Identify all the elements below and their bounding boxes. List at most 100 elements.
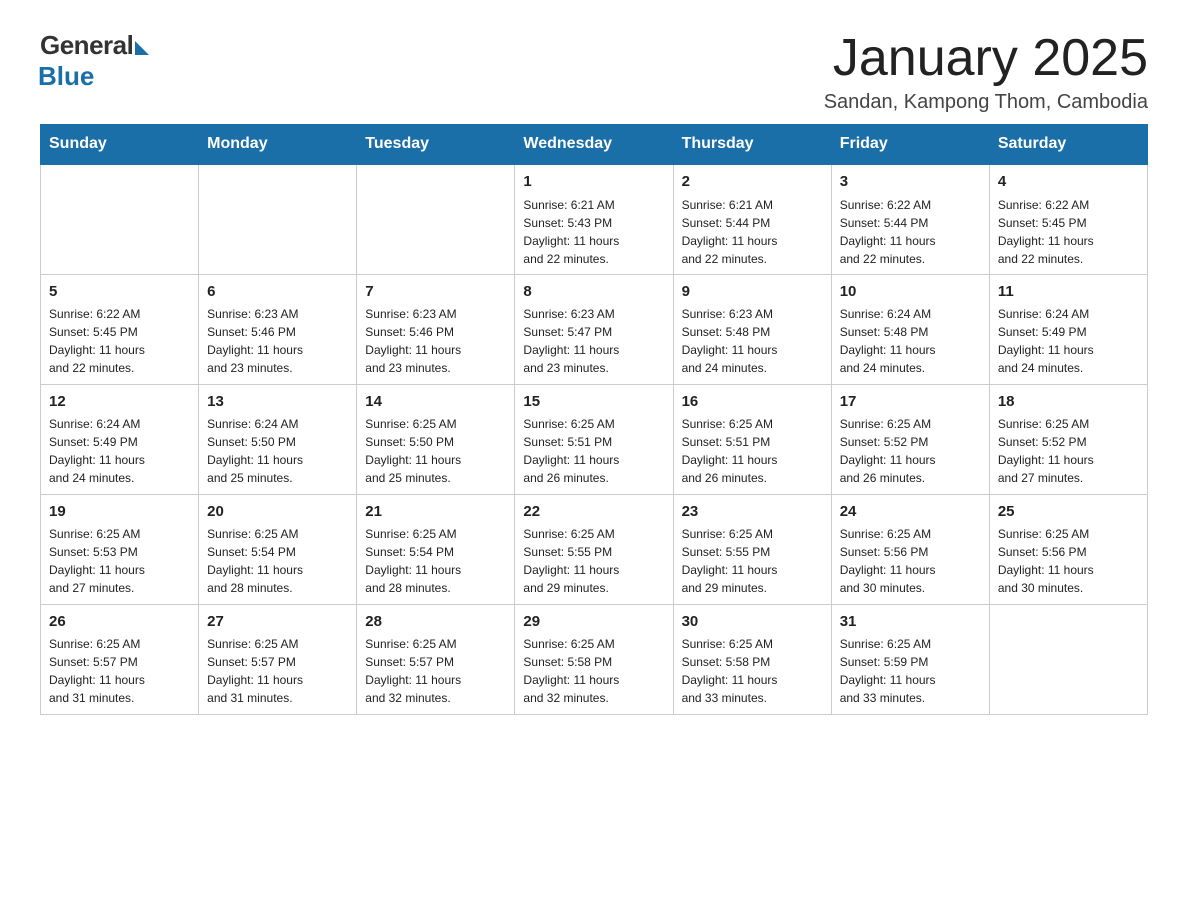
calendar-week-row: 1Sunrise: 6:21 AM Sunset: 5:43 PM Daylig… [41,164,1148,274]
day-info: Sunrise: 6:25 AM Sunset: 5:55 PM Dayligh… [682,525,823,597]
calendar-header-friday: Friday [831,125,989,165]
day-info: Sunrise: 6:25 AM Sunset: 5:57 PM Dayligh… [207,635,348,707]
calendar-cell [357,164,515,274]
calendar-cell: 10Sunrise: 6:24 AM Sunset: 5:48 PM Dayli… [831,274,989,384]
calendar-header-wednesday: Wednesday [515,125,673,165]
logo-arrow-icon [135,41,149,55]
day-number: 21 [365,501,506,524]
calendar-cell: 1Sunrise: 6:21 AM Sunset: 5:43 PM Daylig… [515,164,673,274]
day-info: Sunrise: 6:24 AM Sunset: 5:49 PM Dayligh… [998,305,1139,377]
day-number: 27 [207,611,348,634]
day-info: Sunrise: 6:25 AM Sunset: 5:53 PM Dayligh… [49,525,190,597]
day-info: Sunrise: 6:25 AM Sunset: 5:55 PM Dayligh… [523,525,664,597]
day-info: Sunrise: 6:25 AM Sunset: 5:51 PM Dayligh… [523,415,664,487]
calendar-cell: 15Sunrise: 6:25 AM Sunset: 5:51 PM Dayli… [515,384,673,494]
day-info: Sunrise: 6:22 AM Sunset: 5:45 PM Dayligh… [49,305,190,377]
calendar-header-tuesday: Tuesday [357,125,515,165]
calendar-cell: 27Sunrise: 6:25 AM Sunset: 5:57 PM Dayli… [199,604,357,714]
calendar-cell [199,164,357,274]
calendar-cell: 2Sunrise: 6:21 AM Sunset: 5:44 PM Daylig… [673,164,831,274]
day-info: Sunrise: 6:21 AM Sunset: 5:44 PM Dayligh… [682,196,823,268]
day-number: 12 [49,391,190,414]
day-info: Sunrise: 6:24 AM Sunset: 5:50 PM Dayligh… [207,415,348,487]
calendar-cell: 12Sunrise: 6:24 AM Sunset: 5:49 PM Dayli… [41,384,199,494]
calendar-cell: 19Sunrise: 6:25 AM Sunset: 5:53 PM Dayli… [41,494,199,604]
calendar-cell: 4Sunrise: 6:22 AM Sunset: 5:45 PM Daylig… [989,164,1147,274]
day-number: 19 [49,501,190,524]
calendar-header-sunday: Sunday [41,125,199,165]
day-info: Sunrise: 6:25 AM Sunset: 5:58 PM Dayligh… [523,635,664,707]
calendar-cell: 20Sunrise: 6:25 AM Sunset: 5:54 PM Dayli… [199,494,357,604]
day-info: Sunrise: 6:25 AM Sunset: 5:58 PM Dayligh… [682,635,823,707]
day-info: Sunrise: 6:25 AM Sunset: 5:52 PM Dayligh… [840,415,981,487]
calendar-cell: 6Sunrise: 6:23 AM Sunset: 5:46 PM Daylig… [199,274,357,384]
day-number: 3 [840,171,981,194]
calendar-cell: 9Sunrise: 6:23 AM Sunset: 5:48 PM Daylig… [673,274,831,384]
day-info: Sunrise: 6:25 AM Sunset: 5:57 PM Dayligh… [49,635,190,707]
calendar-cell: 21Sunrise: 6:25 AM Sunset: 5:54 PM Dayli… [357,494,515,604]
calendar-cell [989,604,1147,714]
day-number: 24 [840,501,981,524]
calendar-cell: 24Sunrise: 6:25 AM Sunset: 5:56 PM Dayli… [831,494,989,604]
day-number: 28 [365,611,506,634]
calendar-cell: 3Sunrise: 6:22 AM Sunset: 5:44 PM Daylig… [831,164,989,274]
calendar-cell: 26Sunrise: 6:25 AM Sunset: 5:57 PM Dayli… [41,604,199,714]
calendar-cell: 7Sunrise: 6:23 AM Sunset: 5:46 PM Daylig… [357,274,515,384]
day-info: Sunrise: 6:24 AM Sunset: 5:49 PM Dayligh… [49,415,190,487]
calendar-week-row: 26Sunrise: 6:25 AM Sunset: 5:57 PM Dayli… [41,604,1148,714]
day-info: Sunrise: 6:23 AM Sunset: 5:47 PM Dayligh… [523,305,664,377]
calendar-cell: 5Sunrise: 6:22 AM Sunset: 5:45 PM Daylig… [41,274,199,384]
day-info: Sunrise: 6:25 AM Sunset: 5:50 PM Dayligh… [365,415,506,487]
calendar-cell: 22Sunrise: 6:25 AM Sunset: 5:55 PM Dayli… [515,494,673,604]
day-info: Sunrise: 6:25 AM Sunset: 5:57 PM Dayligh… [365,635,506,707]
day-info: Sunrise: 6:23 AM Sunset: 5:46 PM Dayligh… [365,305,506,377]
day-number: 9 [682,281,823,304]
day-number: 5 [49,281,190,304]
day-info: Sunrise: 6:22 AM Sunset: 5:45 PM Dayligh… [998,196,1139,268]
day-info: Sunrise: 6:24 AM Sunset: 5:48 PM Dayligh… [840,305,981,377]
day-info: Sunrise: 6:23 AM Sunset: 5:48 PM Dayligh… [682,305,823,377]
day-info: Sunrise: 6:25 AM Sunset: 5:56 PM Dayligh… [840,525,981,597]
day-number: 8 [523,281,664,304]
page-header: General Blue January 2025 Sandan, Kampon… [40,30,1148,114]
calendar-cell: 18Sunrise: 6:25 AM Sunset: 5:52 PM Dayli… [989,384,1147,494]
day-number: 23 [682,501,823,524]
title-block: January 2025 Sandan, Kampong Thom, Cambo… [824,30,1148,114]
subtitle: Sandan, Kampong Thom, Cambodia [824,91,1148,114]
calendar-cell: 28Sunrise: 6:25 AM Sunset: 5:57 PM Dayli… [357,604,515,714]
calendar-cell [41,164,199,274]
calendar-cell: 14Sunrise: 6:25 AM Sunset: 5:50 PM Dayli… [357,384,515,494]
day-number: 13 [207,391,348,414]
day-number: 10 [840,281,981,304]
day-number: 29 [523,611,664,634]
logo-general-text: General [40,30,133,61]
day-info: Sunrise: 6:25 AM Sunset: 5:54 PM Dayligh… [365,525,506,597]
logo-blue-text: Blue [38,61,94,92]
day-number: 25 [998,501,1139,524]
day-number: 7 [365,281,506,304]
day-info: Sunrise: 6:23 AM Sunset: 5:46 PM Dayligh… [207,305,348,377]
day-number: 15 [523,391,664,414]
calendar-cell: 23Sunrise: 6:25 AM Sunset: 5:55 PM Dayli… [673,494,831,604]
day-info: Sunrise: 6:25 AM Sunset: 5:52 PM Dayligh… [998,415,1139,487]
day-info: Sunrise: 6:25 AM Sunset: 5:56 PM Dayligh… [998,525,1139,597]
calendar-header-thursday: Thursday [673,125,831,165]
calendar-header-row: SundayMondayTuesdayWednesdayThursdayFrid… [41,125,1148,165]
day-number: 18 [998,391,1139,414]
day-number: 6 [207,281,348,304]
calendar-week-row: 5Sunrise: 6:22 AM Sunset: 5:45 PM Daylig… [41,274,1148,384]
day-number: 30 [682,611,823,634]
day-number: 14 [365,391,506,414]
calendar-cell: 8Sunrise: 6:23 AM Sunset: 5:47 PM Daylig… [515,274,673,384]
calendar-cell: 30Sunrise: 6:25 AM Sunset: 5:58 PM Dayli… [673,604,831,714]
day-info: Sunrise: 6:25 AM Sunset: 5:59 PM Dayligh… [840,635,981,707]
calendar-cell: 17Sunrise: 6:25 AM Sunset: 5:52 PM Dayli… [831,384,989,494]
day-info: Sunrise: 6:21 AM Sunset: 5:43 PM Dayligh… [523,196,664,268]
day-number: 26 [49,611,190,634]
calendar-cell: 31Sunrise: 6:25 AM Sunset: 5:59 PM Dayli… [831,604,989,714]
logo: General Blue [40,30,149,92]
calendar-week-row: 12Sunrise: 6:24 AM Sunset: 5:49 PM Dayli… [41,384,1148,494]
calendar-cell: 16Sunrise: 6:25 AM Sunset: 5:51 PM Dayli… [673,384,831,494]
day-number: 20 [207,501,348,524]
day-info: Sunrise: 6:25 AM Sunset: 5:54 PM Dayligh… [207,525,348,597]
